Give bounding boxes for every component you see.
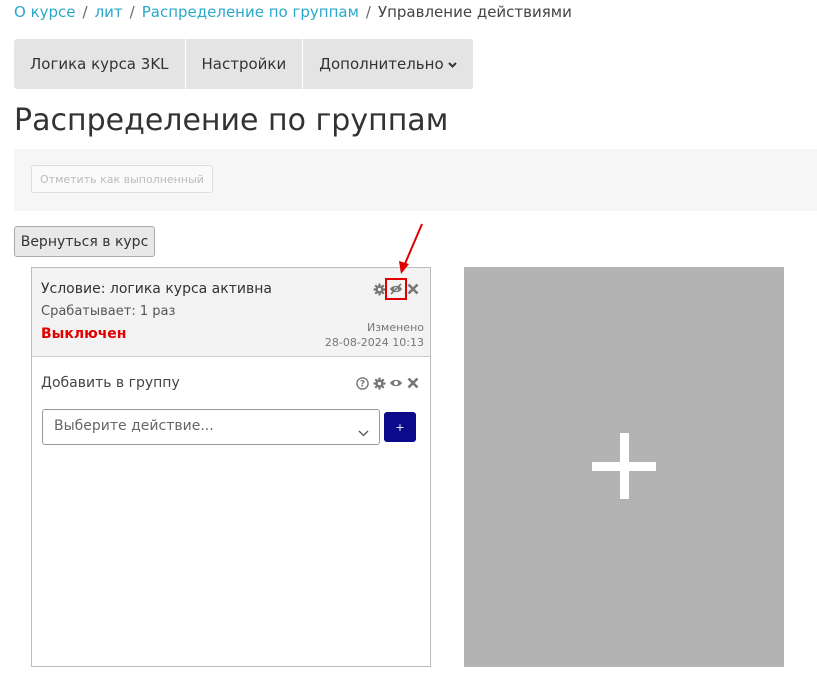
- breadcrumb-group-distribution[interactable]: Распределение по группам: [142, 3, 359, 21]
- breadcrumb-lit[interactable]: лит: [95, 3, 123, 21]
- condition-status: Выключен: [41, 326, 127, 342]
- secondary-nav: Логика курса 3KL Настройки Дополнительно: [14, 39, 473, 89]
- condition-fires: Срабатывает: 1 раз: [41, 304, 176, 319]
- back-to-course-button[interactable]: Вернуться в курс: [14, 226, 155, 257]
- condition-panel: Условие: логика курса активна Срабатывае…: [31, 267, 431, 667]
- breadcrumb-course[interactable]: О курсе: [14, 3, 76, 21]
- help-icon[interactable]: ?: [355, 376, 369, 390]
- condition-header: Условие: логика курса активна Срабатывае…: [32, 268, 430, 357]
- gear-icon[interactable]: [372, 376, 386, 390]
- svg-text:?: ?: [359, 379, 364, 389]
- modified-label: Изменено: [366, 321, 424, 334]
- completion-bar: Отметить как выполненный: [14, 149, 817, 211]
- condition-title: Условие: логика курса активна: [41, 281, 272, 297]
- action-select[interactable]: Выберите действие...: [42, 409, 380, 445]
- action-controls: ?: [355, 376, 420, 390]
- mark-done-button[interactable]: Отметить как выполненный: [31, 165, 213, 193]
- tab-settings[interactable]: Настройки: [185, 39, 304, 89]
- gear-icon[interactable]: [372, 282, 386, 296]
- action-title: Добавить в группу: [41, 375, 180, 391]
- modified-date: 28-08-2024 10:13: [324, 336, 424, 349]
- tab-more[interactable]: Дополнительно: [303, 39, 473, 89]
- add-condition-panel[interactable]: [464, 267, 784, 667]
- close-icon[interactable]: [406, 282, 420, 296]
- breadcrumb-separator: /: [82, 3, 88, 21]
- breadcrumb: О курсе / лит / Распределение по группам / Упр…: [14, 3, 572, 21]
- eye-icon[interactable]: [389, 376, 403, 390]
- chevron-down-icon: [447, 58, 457, 71]
- breadcrumb-current: Управление действиями: [377, 3, 572, 21]
- condition-actions: [372, 278, 420, 300]
- plus-icon-bar: [592, 462, 656, 471]
- tab-course-logic[interactable]: Логика курса 3KL: [14, 39, 186, 89]
- breadcrumb-separator: /: [129, 3, 135, 21]
- add-action-button[interactable]: +: [384, 412, 416, 442]
- eye-slash-icon[interactable]: [385, 278, 407, 300]
- chevron-down-icon: [358, 422, 369, 441]
- action-select-value: Выберите действие...: [54, 418, 214, 434]
- close-icon[interactable]: [406, 376, 420, 390]
- breadcrumb-separator: /: [365, 3, 371, 21]
- page-title: Распределение по группам: [14, 103, 449, 138]
- tab-more-label: Дополнительно: [319, 55, 444, 73]
